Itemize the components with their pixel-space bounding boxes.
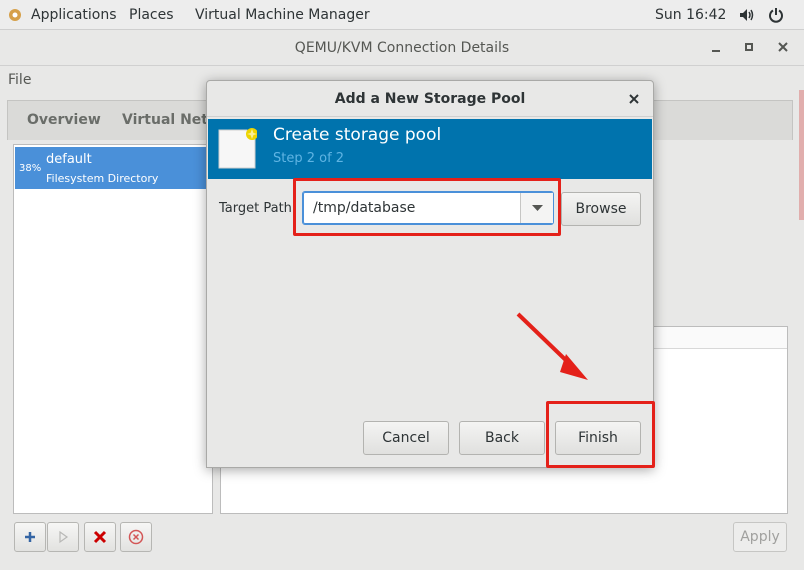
app-menu[interactable]: Virtual Machine Manager <box>195 0 370 30</box>
maximize-icon[interactable] <box>741 39 757 55</box>
window-edge <box>799 90 804 220</box>
delete-icon <box>128 529 144 545</box>
pool-type: Filesystem Directory <box>46 172 159 185</box>
storage-pool-icon <box>218 128 257 169</box>
wizard-banner: Create storage pool Step 2 of 2 <box>208 119 652 179</box>
add-icon <box>25 532 35 542</box>
minimize-icon[interactable] <box>708 39 724 55</box>
annotation-arrow-icon <box>516 312 588 380</box>
cancel-button[interactable]: Cancel <box>363 421 449 455</box>
play-icon <box>59 530 69 544</box>
banner-step: Step 2 of 2 <box>273 151 345 166</box>
add-pool-button[interactable] <box>14 522 46 552</box>
window-titlebar: QEMU/KVM Connection Details <box>0 30 804 66</box>
applications-icon <box>9 9 21 21</box>
close-icon[interactable] <box>775 39 791 55</box>
tab-overview[interactable]: Overview <box>27 101 101 139</box>
delete-pool-button[interactable] <box>120 522 152 552</box>
applications-menu[interactable]: Applications <box>31 0 117 30</box>
dialog-title: Add a New Storage Pool <box>207 81 653 117</box>
storage-pool-row[interactable]: 38% default Filesystem Directory <box>15 147 211 189</box>
apply-button[interactable]: Apply <box>733 522 787 552</box>
browse-button[interactable]: Browse <box>561 192 641 226</box>
stop-pool-button[interactable] <box>84 522 116 552</box>
window-title: QEMU/KVM Connection Details <box>294 40 510 56</box>
top-bar: Applications Places Virtual Machine Mana… <box>0 0 804 30</box>
volume-icon[interactable] <box>739 8 755 22</box>
power-icon[interactable] <box>768 7 784 23</box>
storage-pool-list: 38% default Filesystem Directory <box>13 144 213 514</box>
pool-usage-percent: 38% <box>19 163 42 174</box>
target-path-highlight <box>293 178 561 236</box>
target-path-label: Target Path: <box>219 201 297 216</box>
stop-icon <box>93 530 107 544</box>
back-button[interactable]: Back <box>459 421 545 455</box>
dialog-close-icon[interactable] <box>627 92 641 106</box>
file-menu[interactable]: File <box>8 72 31 88</box>
places-menu[interactable]: Places <box>129 0 174 30</box>
pool-name: default <box>46 152 92 167</box>
banner-title: Create storage pool <box>273 125 442 145</box>
clock[interactable]: Sun 16:42 <box>655 0 726 30</box>
start-pool-button[interactable] <box>47 522 79 552</box>
finish-highlight <box>546 401 655 468</box>
